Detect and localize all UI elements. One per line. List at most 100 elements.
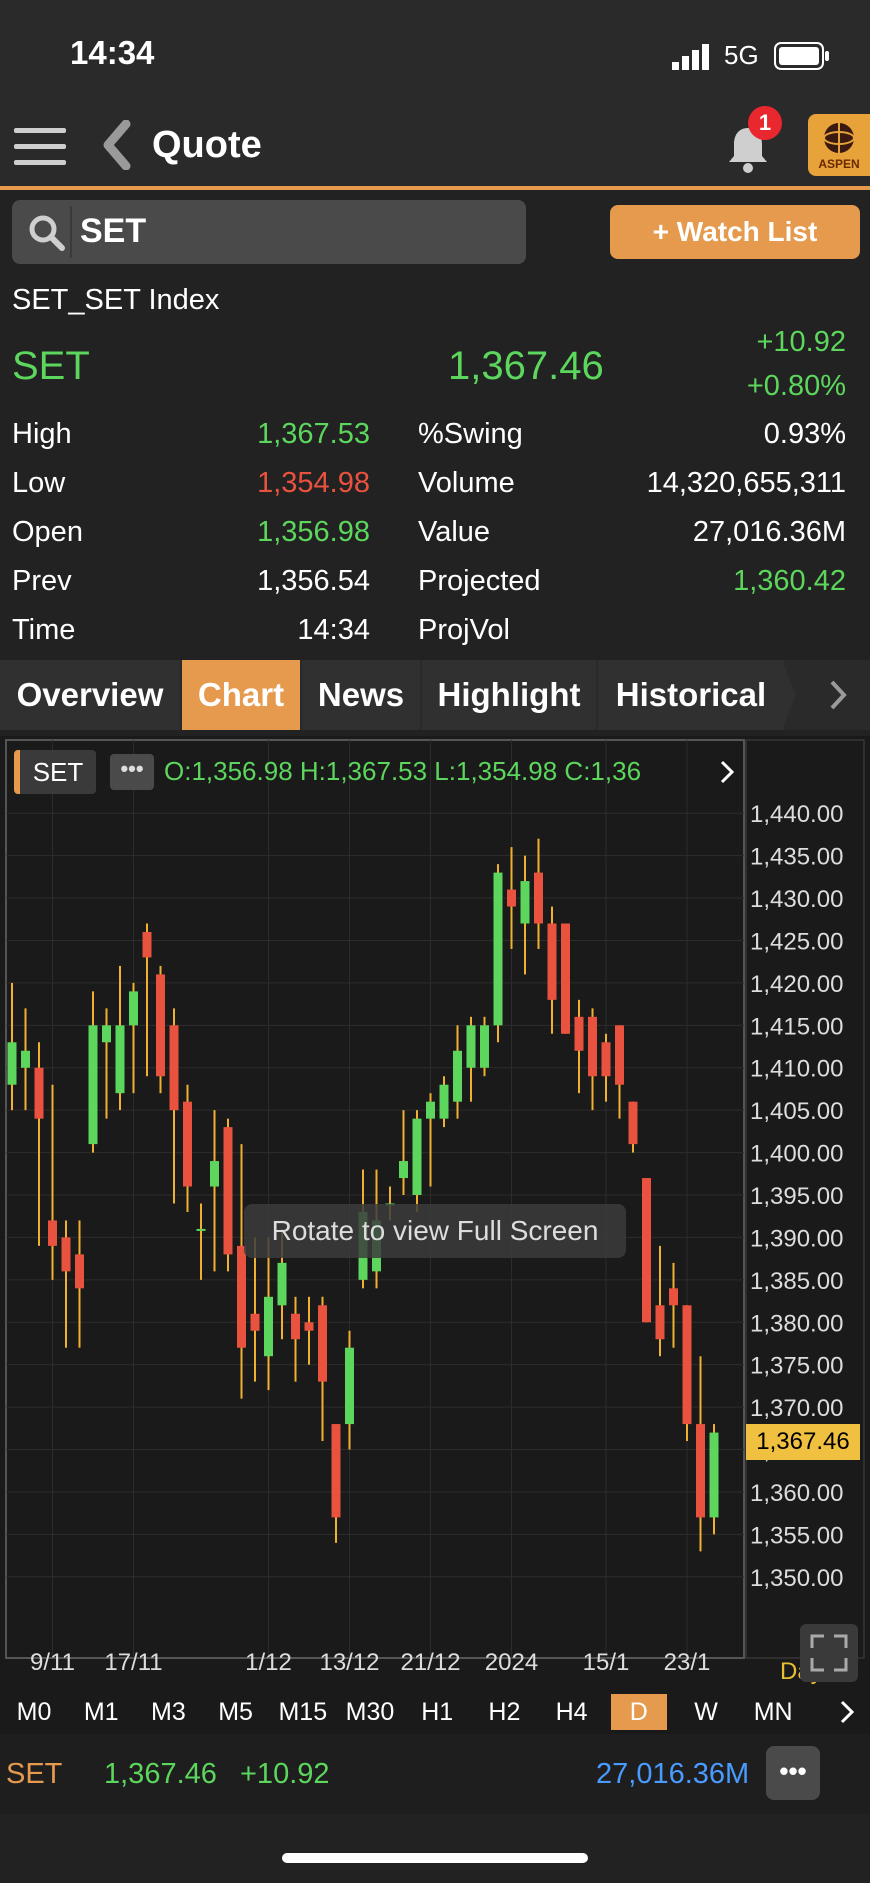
candle[interactable] <box>493 864 503 1043</box>
candle[interactable] <box>223 1118 233 1272</box>
search-box[interactable]: SET <box>12 200 526 264</box>
timeframe-m1[interactable]: M1 <box>73 1694 129 1730</box>
timeframe-m15[interactable]: M15 <box>275 1694 331 1730</box>
status-bar: 14:34 5G <box>0 0 870 110</box>
back-icon[interactable] <box>100 120 132 170</box>
timeframe-d[interactable]: D <box>610 1694 667 1730</box>
signal-icon <box>672 44 709 70</box>
candle-body <box>561 923 570 1034</box>
candle[interactable] <box>480 1016 489 1077</box>
home-indicator[interactable] <box>282 1853 588 1863</box>
candle-body <box>426 1101 435 1119</box>
candle[interactable] <box>250 1237 260 1382</box>
candle[interactable] <box>237 1144 246 1399</box>
candle[interactable] <box>291 1296 300 1382</box>
candle[interactable] <box>655 1245 665 1357</box>
candle[interactable] <box>75 1220 84 1348</box>
footer-more-icon[interactable]: ••• <box>766 1746 820 1800</box>
candle[interactable] <box>561 923 570 1034</box>
tab-news[interactable]: News <box>302 660 420 730</box>
candle-body <box>682 1305 692 1425</box>
menu-icon[interactable] <box>14 128 66 172</box>
timeframe-m30[interactable]: M30 <box>342 1694 398 1730</box>
candle[interactable] <box>304 1296 314 1365</box>
price-chart[interactable]: 1,440.00 1,435.00 1,430.00 1,425.00 1,420.00… <box>0 736 870 1694</box>
candle[interactable] <box>345 1330 354 1450</box>
timeframe-m3[interactable]: M3 <box>140 1694 196 1730</box>
candle[interactable] <box>709 1424 719 1535</box>
y-tick-label: 1,400.00 <box>750 1141 843 1168</box>
timeframe-w[interactable]: W <box>678 1694 734 1730</box>
candle[interactable] <box>88 991 98 1153</box>
candle[interactable] <box>169 1008 179 1204</box>
candle[interactable] <box>669 1262 678 1348</box>
candle[interactable] <box>466 1016 476 1102</box>
y-tick-label: 1,425.00 <box>750 928 843 955</box>
candle[interactable] <box>318 1296 327 1442</box>
timeframe-m0[interactable]: M0 <box>6 1694 62 1730</box>
candle[interactable] <box>426 1093 435 1187</box>
timeframe-h2[interactable]: H2 <box>476 1694 532 1730</box>
timeframe-h4[interactable]: H4 <box>544 1694 600 1730</box>
candle-body <box>696 1424 705 1518</box>
candle[interactable] <box>520 855 530 975</box>
candle[interactable] <box>21 1008 30 1111</box>
candle[interactable] <box>48 1084 57 1280</box>
timeframe-scroll-icon[interactable] <box>826 1694 870 1730</box>
candle[interactable] <box>331 1424 341 1543</box>
candle[interactable] <box>574 999 584 1094</box>
candle[interactable] <box>156 965 165 1094</box>
y-tick-label: 1,415.00 <box>750 1013 843 1040</box>
chart-symbol-tag[interactable]: SET <box>14 750 96 794</box>
chart-more-icon[interactable]: ••• <box>110 754 154 790</box>
tabs-scroll-right-icon[interactable] <box>782 660 870 730</box>
y-tick-label: 1,420.00 <box>750 971 843 998</box>
candle[interactable] <box>547 906 557 1034</box>
candle[interactable] <box>210 1110 219 1272</box>
y-tick-label: 1,440.00 <box>750 801 843 828</box>
candle[interactable] <box>34 1042 44 1246</box>
candle[interactable] <box>61 1220 71 1348</box>
footer-last-price: 1,367.46 <box>104 1758 217 1790</box>
candle-body <box>156 974 165 1077</box>
candle-body <box>642 1178 651 1323</box>
candle[interactable] <box>115 965 125 1111</box>
candle[interactable] <box>412 1110 422 1212</box>
candle[interactable] <box>601 1033 611 1102</box>
timeframe-m5[interactable]: M5 <box>208 1694 264 1730</box>
candle[interactable] <box>628 1101 638 1153</box>
candle[interactable] <box>129 982 138 1094</box>
candle[interactable] <box>696 1356 705 1552</box>
field-label: Prev <box>12 565 72 597</box>
chevron-right-icon[interactable] <box>712 754 742 790</box>
candle[interactable] <box>264 1237 273 1391</box>
candle[interactable] <box>7 982 17 1111</box>
candle[interactable] <box>439 1076 449 1128</box>
y-tick-label: 1,395.00 <box>750 1183 843 1210</box>
search-input[interactable]: SET <box>80 212 146 251</box>
candle[interactable] <box>507 847 516 949</box>
tab-overview[interactable]: Overview <box>0 660 180 730</box>
candle[interactable] <box>196 1203 206 1280</box>
candle[interactable] <box>642 1178 651 1323</box>
fullscreen-icon[interactable] <box>800 1624 858 1682</box>
candle[interactable] <box>183 1084 192 1212</box>
candle[interactable] <box>588 1008 597 1111</box>
aspen-logo[interactable]: ASPEN <box>808 114 870 176</box>
tab-highlight[interactable]: Highlight <box>422 660 596 730</box>
last-price: 1,367.46 <box>448 344 604 388</box>
candle[interactable] <box>615 1025 624 1119</box>
timeframe-h1[interactable]: H1 <box>409 1694 465 1730</box>
tab-historical[interactable]: Historical <box>598 660 784 730</box>
candle-body <box>7 1042 17 1085</box>
field-value: 14,320,655,311 <box>646 467 846 499</box>
field-value: 1,354.98 <box>257 467 370 499</box>
tab-chart[interactable]: Chart <box>182 660 300 730</box>
candle[interactable] <box>682 1305 692 1442</box>
timeframe-mn[interactable]: MN <box>745 1694 801 1730</box>
candle[interactable] <box>142 923 152 1077</box>
add-watchlist-button[interactable]: + Watch List <box>610 205 860 259</box>
y-tick-label: 1,385.00 <box>750 1268 843 1295</box>
candle[interactable] <box>453 1025 462 1119</box>
candle-body <box>574 1016 584 1051</box>
